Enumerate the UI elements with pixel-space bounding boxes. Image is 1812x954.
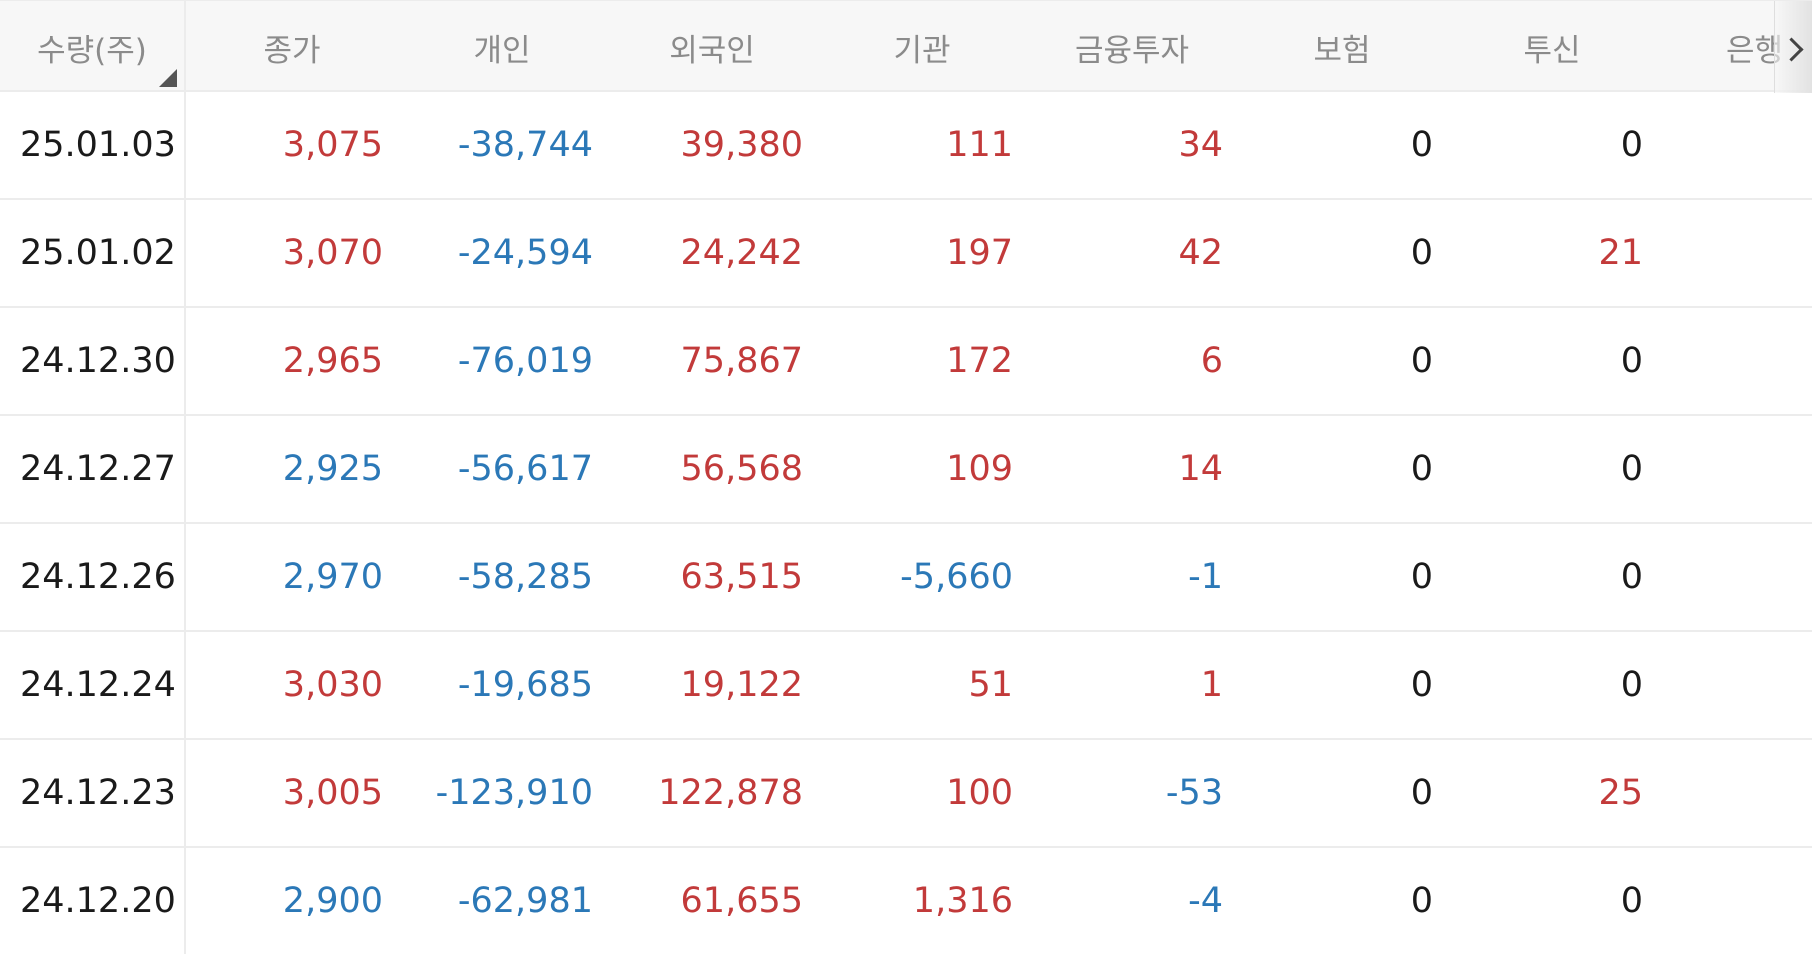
column-header-investment-trust[interactable]: 투신	[1490, 1, 1614, 93]
cell-investment-trust: 0	[1620, 557, 1643, 597]
cell-foreign: 56,568	[680, 449, 803, 489]
cell-foreign: 19,122	[680, 665, 803, 705]
cell-insurance: 0	[1410, 557, 1433, 597]
cell-insurance: 0	[1410, 773, 1433, 813]
cell-financial-investment: 14	[1178, 449, 1223, 489]
cell-individual: -38,744	[457, 125, 593, 165]
cell-close: 2,925	[282, 449, 383, 489]
row-date: 25.01.02	[20, 233, 176, 273]
cell-close: 3,005	[282, 773, 383, 813]
table-row[interactable]: 25.01.02 3,070 -24,594 24,242 197 42 0 21	[0, 200, 1812, 308]
table-row[interactable]: 24.12.23 3,005 -123,910 122,878 100 -53 0 25	[0, 740, 1812, 848]
table-row[interactable]: 25.01.03 3,075 -38,744 39,380 111 34 0 0	[0, 92, 1812, 200]
cell-individual: -58,285	[457, 557, 593, 597]
cell-close: 3,070	[282, 233, 383, 273]
cell-institution: 172	[946, 341, 1013, 381]
cell-individual: -19,685	[457, 665, 593, 705]
column-header-individual[interactable]: 개인	[440, 1, 564, 93]
cell-foreign: 24,242	[680, 233, 803, 273]
cell-individual: -56,617	[457, 449, 593, 489]
investor-trading-table: 수량(주) 종가 개인 외국인 기관 금융투자 보험 투신 은행 25.01.0…	[0, 0, 1812, 954]
cell-institution: 109	[946, 449, 1013, 489]
column-header-financial-investment[interactable]: 금융투자	[1060, 1, 1204, 93]
cell-foreign: 61,655	[680, 881, 803, 921]
cell-individual: -62,981	[457, 881, 593, 921]
row-date: 24.12.24	[20, 665, 176, 705]
cell-insurance: 0	[1410, 341, 1433, 381]
table-row[interactable]: 24.12.20 2,900 -62,981 61,655 1,316 -4 0 0	[0, 848, 1812, 954]
cell-investment-trust: 21	[1598, 233, 1643, 273]
cell-financial-investment: 42	[1178, 233, 1223, 273]
cell-investment-trust: 0	[1620, 449, 1643, 489]
column-header-close[interactable]: 종가	[230, 1, 354, 93]
row-date: 24.12.30	[20, 341, 176, 381]
cell-institution: 1,316	[912, 881, 1013, 921]
cell-financial-investment: -4	[1188, 881, 1223, 921]
cell-close: 2,965	[282, 341, 383, 381]
cell-individual: -76,019	[457, 341, 593, 381]
date-column-divider	[184, 0, 186, 954]
table-header: 수량(주) 종가 개인 외국인 기관 금융투자 보험 투신 은행	[0, 0, 1812, 93]
cell-financial-investment: 1	[1200, 665, 1223, 705]
cell-institution: 197	[946, 233, 1013, 273]
cell-foreign: 122,878	[658, 773, 803, 813]
cell-insurance: 0	[1410, 449, 1433, 489]
cell-institution: 51	[968, 665, 1013, 705]
column-header-institution[interactable]: 기관	[860, 1, 984, 93]
cell-close: 2,900	[282, 881, 383, 921]
cell-institution: 100	[946, 773, 1013, 813]
table-row[interactable]: 24.12.26 2,970 -58,285 63,515 -5,660 -1 0 0	[0, 524, 1812, 632]
row-date: 25.01.03	[20, 125, 176, 165]
row-date: 24.12.26	[20, 557, 176, 597]
cell-insurance: 0	[1410, 665, 1433, 705]
cell-investment-trust: 0	[1620, 341, 1643, 381]
chevron-right-icon	[1779, 37, 1804, 62]
cell-investment-trust: 0	[1620, 665, 1643, 705]
table-row[interactable]: 24.12.30 2,965 -76,019 75,867 172 6 0 0	[0, 308, 1812, 416]
cell-foreign: 75,867	[680, 341, 803, 381]
column-header-foreign[interactable]: 외국인	[650, 1, 774, 93]
cell-investment-trust: 0	[1620, 881, 1643, 921]
cell-insurance: 0	[1410, 881, 1433, 921]
cell-foreign: 63,515	[680, 557, 803, 597]
cell-individual: -123,910	[435, 773, 593, 813]
column-header-volume[interactable]: 수량(주)	[0, 1, 184, 93]
cell-close: 3,030	[282, 665, 383, 705]
cell-investment-trust: 25	[1598, 773, 1643, 813]
cell-financial-investment: -53	[1165, 773, 1223, 813]
cell-foreign: 39,380	[680, 125, 803, 165]
cell-investment-trust: 0	[1620, 125, 1643, 165]
cell-institution: 111	[946, 125, 1013, 165]
cell-insurance: 0	[1410, 125, 1433, 165]
cell-institution: -5,660	[900, 557, 1013, 597]
cell-insurance: 0	[1410, 233, 1433, 273]
cell-financial-investment: 6	[1200, 341, 1223, 381]
table-row[interactable]: 24.12.27 2,925 -56,617 56,568 109 14 0 0	[0, 416, 1812, 524]
table-row[interactable]: 24.12.24 3,030 -19,685 19,122 51 1 0 0	[0, 632, 1812, 740]
row-date: 24.12.20	[20, 881, 176, 921]
scroll-right-button[interactable]	[1774, 1, 1812, 93]
row-date: 24.12.23	[20, 773, 176, 813]
sort-indicator-icon[interactable]	[159, 69, 177, 87]
cell-financial-investment: -1	[1188, 557, 1223, 597]
cell-close: 2,970	[282, 557, 383, 597]
cell-financial-investment: 34	[1178, 125, 1223, 165]
row-date: 24.12.27	[20, 449, 176, 489]
cell-individual: -24,594	[457, 233, 593, 273]
column-header-insurance[interactable]: 보험	[1280, 1, 1404, 93]
cell-close: 3,075	[282, 125, 383, 165]
